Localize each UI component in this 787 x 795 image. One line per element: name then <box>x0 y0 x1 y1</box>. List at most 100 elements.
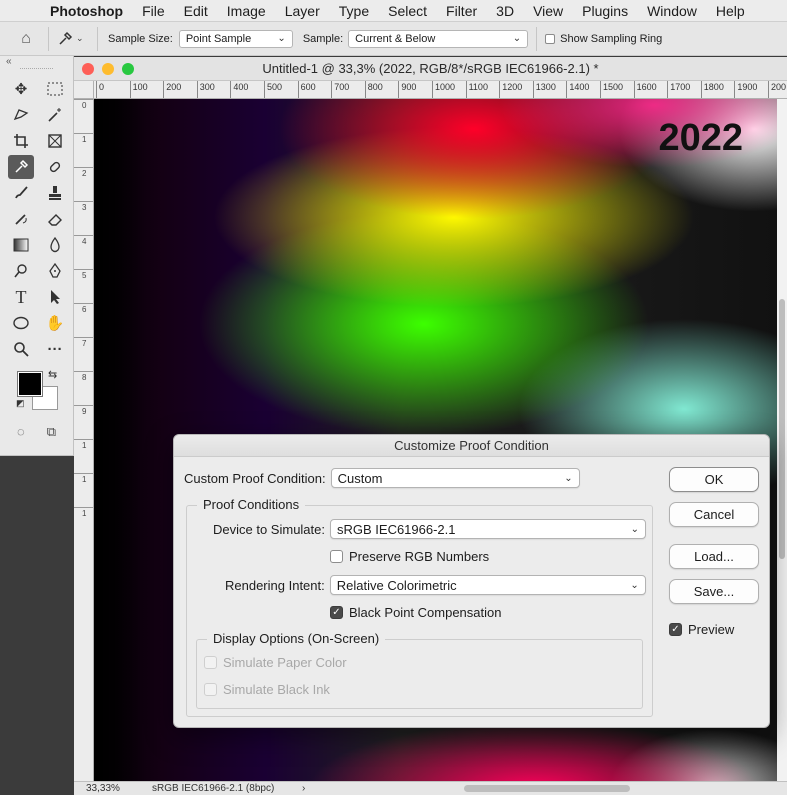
sample-select[interactable]: Current & Below ⌄ <box>348 29 529 48</box>
preserve-rgb-checkbox[interactable] <box>330 550 343 563</box>
vertical-scrollbar[interactable] <box>777 99 787 781</box>
rendering-intent-select[interactable]: Relative Colorimetric ⌄ <box>329 575 646 595</box>
foreground-color-swatch[interactable] <box>17 371 43 397</box>
swap-colors-icon[interactable]: ⇆ <box>48 368 57 381</box>
custom-proof-select[interactable]: Custom ⌄ <box>330 468 580 488</box>
horizontal-ruler[interactable]: 0 100 200 300 400 500 600 700 800 900 1000 1100 1200… <box>94 81 787 99</box>
pen-tool-icon[interactable] <box>38 258 72 284</box>
zoom-window-button[interactable] <box>122 63 134 75</box>
menu-filter[interactable]: Filter <box>446 3 477 19</box>
move-tool-icon[interactable]: ✥ <box>4 76 38 102</box>
marquee-tool-icon[interactable] <box>38 76 72 102</box>
window-controls <box>82 63 134 75</box>
dialog-title: Customize Proof Condition <box>174 435 769 457</box>
ruler-tick-label: 0 <box>82 101 87 110</box>
quick-mask-icon[interactable]: ◌ <box>17 424 25 440</box>
canvas-shadow <box>94 99 144 781</box>
eyedropper-preset-icon[interactable]: ⌄ <box>57 31 89 47</box>
ruler-tick <box>74 405 93 406</box>
healing-brush-tool-icon[interactable] <box>38 154 72 180</box>
menu-file[interactable]: File <box>142 3 165 19</box>
minimize-window-button[interactable] <box>102 63 114 75</box>
vertical-scroll-thumb[interactable] <box>779 299 785 559</box>
menu-plugins[interactable]: Plugins <box>582 3 628 19</box>
menu-layer[interactable]: Layer <box>285 3 320 19</box>
menu-view[interactable]: View <box>533 3 563 19</box>
eraser-tool-icon[interactable] <box>38 206 72 232</box>
load-button[interactable]: Load... <box>669 544 759 569</box>
clone-stamp-tool-icon[interactable] <box>38 180 72 206</box>
close-window-button[interactable] <box>82 63 94 75</box>
lasso-tool-icon[interactable] <box>4 102 38 128</box>
dodge-tool-icon[interactable] <box>4 258 38 284</box>
ruler-tick <box>74 269 93 270</box>
menu-window[interactable]: Window <box>647 3 697 19</box>
gradient-tool-icon[interactable] <box>4 232 38 258</box>
separator <box>97 26 98 51</box>
show-sampling-ring-label: Show Sampling Ring <box>560 32 663 45</box>
history-brush-tool-icon[interactable] <box>4 206 38 232</box>
simulate-ink-checkbox[interactable] <box>204 683 217 696</box>
menu-image[interactable]: Image <box>227 3 266 19</box>
menu-type[interactable]: Type <box>339 3 369 19</box>
display-options-group: Display Options (On-Screen) <box>196 631 643 709</box>
ruler-tick-label: 1500 <box>600 81 623 98</box>
ruler-tick-label: 100 <box>129 81 148 98</box>
device-select[interactable]: sRGB IEC61966-2.1 ⌄ <box>330 519 646 539</box>
type-tool-icon[interactable]: T <box>4 284 38 310</box>
ruler-tick-label: 4 <box>82 237 87 246</box>
collapse-panel-icon[interactable]: « <box>0 56 73 68</box>
sample-size-select[interactable]: Point Sample ⌄ <box>178 29 293 48</box>
save-button[interactable]: Save... <box>669 579 759 604</box>
custom-proof-label: Custom Proof Condition: <box>184 470 326 486</box>
screen-mode-icon[interactable]: ⧉ <box>47 424 56 440</box>
zoom-tool-icon[interactable] <box>4 336 38 362</box>
status-menu-arrow[interactable]: › <box>302 783 305 794</box>
ruler-tick-label: 200 <box>163 81 181 98</box>
simulate-paper-label: Simulate Paper Color <box>223 655 347 670</box>
chevron-down-icon: ⌄ <box>630 523 639 535</box>
ruler-tick-label: 1200 <box>499 81 522 98</box>
more-tools-icon[interactable]: ··· <box>38 336 72 362</box>
eyedropper-tool-icon[interactable] <box>8 155 34 179</box>
magic-wand-tool-icon[interactable] <box>38 102 72 128</box>
ruler-tick-label: 600 <box>297 81 316 98</box>
panel-grip[interactable] <box>20 68 53 76</box>
vertical-ruler[interactable]: 0 1 2 3 4 5 6 7 8 9 1 1 1 <box>74 99 94 781</box>
canvas-text-layer: 2022 <box>658 117 743 159</box>
black-point-compensation-checkbox[interactable]: ✓ <box>330 606 343 619</box>
home-icon[interactable]: ⌂ <box>12 27 40 51</box>
horizontal-scroll-thumb[interactable] <box>464 785 630 792</box>
ruler-tick-label: 500 <box>264 81 282 98</box>
frame-tool-icon[interactable] <box>38 128 72 154</box>
default-colors-icon[interactable]: ◩ <box>16 398 25 409</box>
cancel-button[interactable]: Cancel <box>669 502 759 527</box>
preview-checkbox[interactable]: ✓ <box>669 623 682 636</box>
menu-help[interactable]: Help <box>716 3 745 19</box>
brush-tool-icon[interactable] <box>4 180 38 206</box>
show-sampling-ring-checkbox[interactable] <box>545 33 556 44</box>
ruler-tick-label: 1800 <box>700 81 724 98</box>
path-selection-tool-icon[interactable] <box>38 284 72 310</box>
simulate-paper-checkbox[interactable] <box>204 656 217 669</box>
hand-tool-icon[interactable]: ✋ <box>38 310 72 336</box>
ruler-tick <box>74 439 93 440</box>
menu-3d[interactable]: 3D <box>496 3 514 19</box>
ruler-tick-label: 2 <box>82 169 87 178</box>
menu-app-photoshop[interactable]: Photoshop <box>50 3 123 19</box>
menu-edit[interactable]: Edit <box>184 3 208 19</box>
separator <box>536 26 538 51</box>
ruler-tick-label: 800 <box>364 81 383 98</box>
black-point-compensation-label: Black Point Compensation <box>349 605 502 620</box>
crop-tool-icon[interactable] <box>4 128 38 154</box>
ok-button[interactable]: OK <box>669 467 759 492</box>
menu-select[interactable]: Select <box>388 3 427 19</box>
document-titlebar[interactable]: Untitled-1 @ 33,3% (2022, RGB/8*/sRGB IE… <box>74 57 787 81</box>
blur-tool-icon[interactable] <box>38 232 72 258</box>
ruler-tick-label: 1000 <box>432 81 455 98</box>
zoom-level[interactable]: 33,33% <box>74 783 142 794</box>
ellipse-tool-icon[interactable] <box>4 310 38 336</box>
ruler-tick-label: 1 <box>82 475 87 484</box>
ruler-origin[interactable] <box>74 81 94 99</box>
chevron-down-icon: ⌄ <box>630 579 639 591</box>
